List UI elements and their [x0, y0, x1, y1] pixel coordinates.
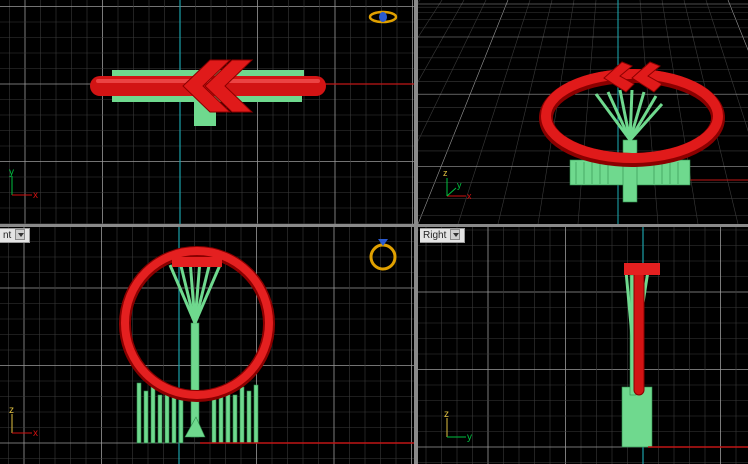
ring-head [624, 263, 660, 275]
top-view-model: y x [9, 10, 398, 201]
viewport-right[interactable]: z y Right [418, 227, 748, 464]
chevron-down-icon[interactable] [15, 229, 26, 240]
axis-label-z: z [9, 405, 14, 416]
ring-band [633, 270, 645, 396]
ring-head [172, 257, 222, 267]
ring-top-icon[interactable] [368, 10, 398, 24]
axis-label-y: y [457, 180, 462, 190]
viewport-tab-label: nt [3, 230, 12, 241]
axis-label-x: x [467, 191, 472, 201]
chevron-down-icon[interactable] [450, 229, 461, 240]
axis-label-z: z [443, 168, 448, 178]
perspective-view-model: z x y [443, 61, 725, 203]
front-view-model: z x [9, 239, 414, 444]
axis-indicator [11, 414, 32, 434]
viewport-perspective[interactable]: z x y [418, 0, 748, 224]
axis-indicator [446, 418, 466, 438]
fan-supports [594, 89, 664, 141]
axis-label-x: x [33, 190, 38, 201]
viewport-top[interactable]: y x [0, 0, 414, 224]
viewport-tab-label: Right [423, 230, 447, 241]
rhino-quad-viewport-layout: y x z x y z x nt z y Right [0, 0, 748, 464]
right-view-model: z y [444, 263, 748, 448]
axis-indicator [11, 176, 32, 196]
axis-label-y: y [9, 167, 14, 178]
viewport-tab-front[interactable]: nt [0, 228, 31, 243]
fan-supports [168, 259, 222, 324]
viewport-tab-right[interactable]: Right [420, 228, 466, 243]
axis-label-x: x [33, 428, 38, 439]
axis-label-y: y [467, 432, 472, 443]
viewport-front[interactable]: z x nt [0, 227, 414, 464]
axis-label-z: z [444, 409, 449, 420]
ring-front-icon[interactable] [369, 239, 397, 271]
